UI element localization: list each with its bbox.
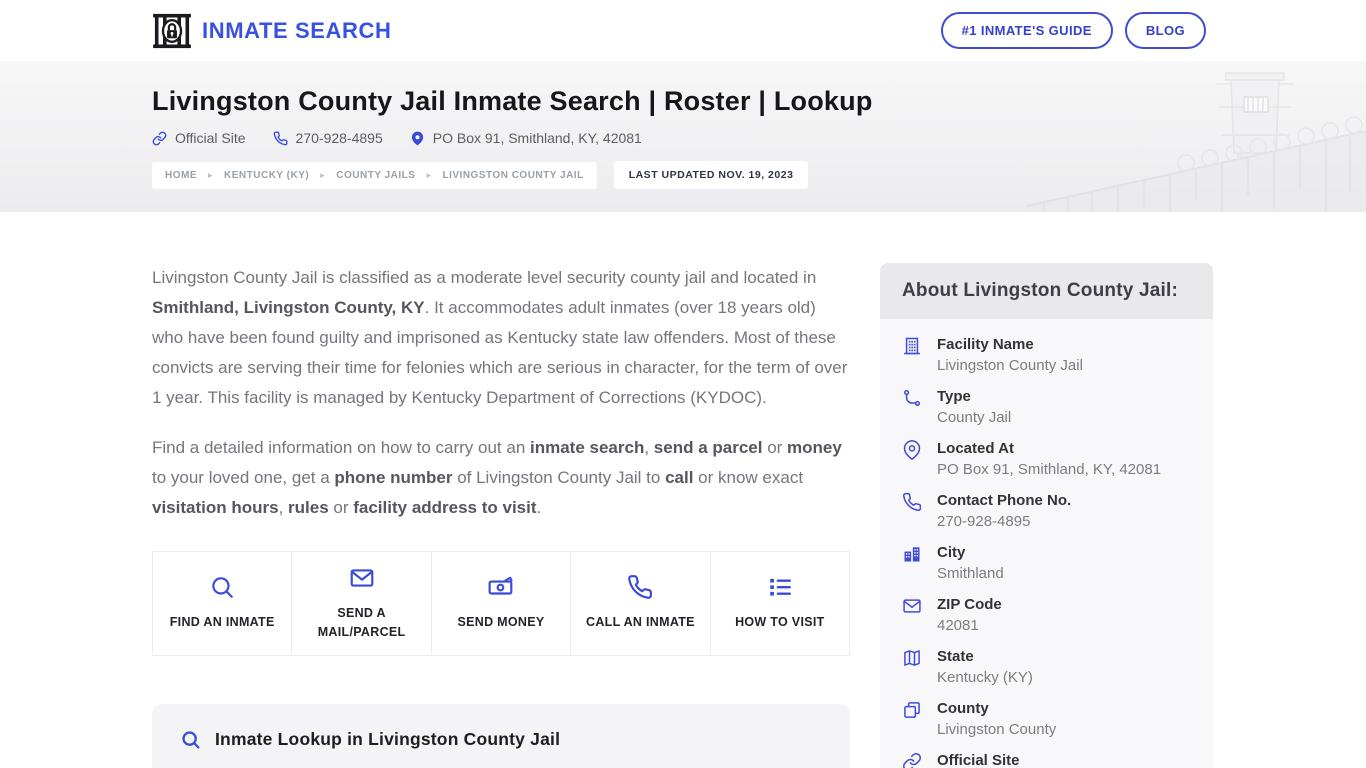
map-pin-icon <box>410 131 425 146</box>
breadcrumb-separator-icon <box>426 170 431 181</box>
how-to-visit-tile[interactable]: HOW TO VISIT <box>709 552 850 655</box>
folded-map-icon <box>902 648 922 687</box>
info-label: ZIP Code <box>937 596 1002 613</box>
breadcrumb-county-jails[interactable]: COUNTY JAILS <box>336 170 415 181</box>
last-updated-badge: LAST UPDATED NOV. 19, 2023 <box>613 161 809 189</box>
info-value: 270-928-4895 <box>937 513 1031 530</box>
brand-logo[interactable]: INMATE SEARCH <box>152 13 392 49</box>
hero-meta-row: Official Site 270-928-4895 PO Box 91, Sm… <box>152 130 1366 146</box>
address-text: PO Box 91, Smithland, KY, 42081 <box>432 130 642 146</box>
tile-label: CALL AN INMATE <box>586 615 695 630</box>
info-value: Livingston County Jail <box>937 357 1083 374</box>
official-site-item: Official Site http://www.livingstonco.ky… <box>902 751 1191 768</box>
state-item: State Kentucky (KY) <box>902 647 1191 687</box>
page-title: Livingston County Jail Inmate Search | R… <box>152 86 873 116</box>
phone-link[interactable]: 270-928-4895 <box>273 130 383 146</box>
copy-squares-icon <box>902 700 922 739</box>
address-item: PO Box 91, Smithland, KY, 42081 <box>410 130 642 146</box>
info-value: County Jail <box>937 409 1012 426</box>
info-label: Official Site <box>937 752 1020 768</box>
about-sidebar: About Livingston County Jail: Facility N… <box>880 263 1213 768</box>
county-item: County Livingston County <box>902 699 1191 739</box>
inmates-guide-button[interactable]: #1 INMATE'S GUIDE <box>940 12 1113 49</box>
top-bar: INMATE SEARCH #1 INMATE'S GUIDE BLOG <box>0 0 1366 61</box>
info-value: Kentucky (KY) <box>937 669 1033 686</box>
jail-bars-padlock-icon <box>152 13 192 49</box>
link-icon <box>152 131 167 146</box>
find-an-inmate-tile[interactable]: FIND AN INMATE <box>153 552 292 655</box>
phone-icon <box>627 574 653 600</box>
zip-code-item: ZIP Code 42081 <box>902 595 1191 635</box>
breadcrumb-row: HOME KENTUCKY (KY) COUNTY JAILS LIVINGST… <box>152 161 1366 189</box>
official-site-label: Official Site <box>175 130 246 146</box>
top-nav: #1 INMATE'S GUIDE BLOG <box>940 12 1206 49</box>
checklist-icon <box>767 574 793 600</box>
lookup-section-title: Inmate Lookup in Livingston County Jail <box>215 729 561 749</box>
article-column: Livingston County Jail is classified as … <box>152 263 850 768</box>
map-pin-icon <box>902 440 922 479</box>
guide-paragraph: Find a detailed information on how to ca… <box>152 438 842 517</box>
envelope-icon <box>349 565 375 591</box>
sidebar-title: About Livingston County Jail: <box>880 263 1213 319</box>
call-an-inmate-tile[interactable]: CALL AN INMATE <box>570 552 710 655</box>
envelope-icon <box>902 596 922 635</box>
located-at-item: Located At PO Box 91, Smithland, KY, 420… <box>902 439 1191 479</box>
intro-paragraph: Livingston County Jail is classified as … <box>152 268 848 407</box>
banknote-icon <box>488 574 514 600</box>
info-label: Type <box>937 388 971 405</box>
tile-label: SEND MONEY <box>457 615 545 630</box>
phone-number: 270-928-4895 <box>295 130 383 146</box>
quick-actions: FIND AN INMATE SEND A MAIL/PARCEL SEND M… <box>152 551 850 656</box>
search-icon <box>209 574 235 600</box>
info-label: Facility Name <box>937 336 1034 353</box>
send-mail-parcel-tile[interactable]: SEND A MAIL/PARCEL <box>291 552 431 655</box>
send-money-tile[interactable]: SEND MONEY <box>430 552 571 655</box>
tile-label: SEND A MAIL/PARCEL <box>317 605 406 639</box>
hero-banner: Livingston County Jail Inmate Search | R… <box>0 61 1366 212</box>
info-label: City <box>937 544 966 561</box>
phone-icon <box>902 492 922 531</box>
info-label: Located At <box>937 440 1014 457</box>
info-value: Livingston County <box>937 721 1057 738</box>
brand-name: INMATE SEARCH <box>202 17 392 43</box>
breadcrumb-home[interactable]: HOME <box>165 170 197 181</box>
info-label: County <box>937 700 989 717</box>
breadcrumb: HOME KENTUCKY (KY) COUNTY JAILS LIVINGST… <box>152 161 597 189</box>
tile-label: FIND AN INMATE <box>169 615 275 630</box>
route-icon <box>902 388 922 427</box>
search-icon <box>180 729 201 750</box>
breadcrumb-current-page: LIVINGSTON COUNTY JAIL <box>442 169 584 181</box>
link-icon <box>902 752 922 768</box>
main-content: Livingston County Jail is classified as … <box>0 212 1366 768</box>
breadcrumb-kentucky[interactable]: KENTUCKY (KY) <box>224 170 309 181</box>
info-value: PO Box 91, Smithland, KY, 42081 <box>937 461 1162 478</box>
breadcrumb-separator-icon <box>320 170 325 181</box>
inmate-lookup-section: Inmate Lookup in Livingston County Jail <box>152 704 850 768</box>
facility-name-item: Facility Name Livingston County Jail <box>902 335 1191 375</box>
breadcrumb-separator-icon <box>208 170 213 181</box>
contact-phone-item: Contact Phone No. 270-928-4895 <box>902 491 1191 531</box>
tile-label: HOW TO VISIT <box>735 615 825 630</box>
sidebar-body: Facility Name Livingston County Jail Typ… <box>880 319 1213 768</box>
info-value: Smithland <box>937 565 1004 582</box>
blog-button[interactable]: BLOG <box>1124 12 1206 49</box>
building-icon <box>902 336 922 375</box>
city-item: City Smithland <box>902 543 1191 583</box>
official-site-link[interactable]: Official Site <box>152 130 246 146</box>
type-item: Type County Jail <box>902 387 1191 427</box>
city-buildings-icon <box>902 544 922 583</box>
info-value: 42081 <box>937 617 979 634</box>
info-label: Contact Phone No. <box>937 492 1072 509</box>
info-label: State <box>937 648 974 665</box>
phone-icon <box>273 131 288 146</box>
